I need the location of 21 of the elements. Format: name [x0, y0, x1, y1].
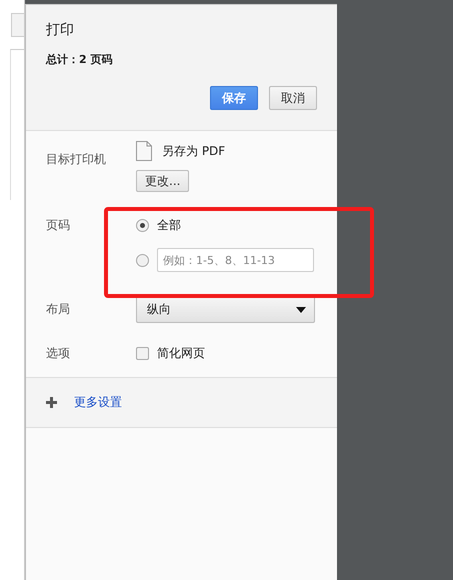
change-button[interactable]: 更改...	[136, 170, 190, 192]
page-range-field[interactable]: 例如：1-5、8、11-13	[157, 248, 314, 272]
option-label: 全部	[157, 217, 181, 234]
layout-dropdown[interactable]: 纵向	[136, 296, 315, 323]
field-label: 选项	[46, 345, 71, 362]
field-label: 目标打印机	[46, 151, 107, 168]
plus-icon	[46, 397, 57, 408]
radio-button[interactable]	[136, 219, 149, 232]
document-icon	[136, 141, 152, 161]
field-label: 页码	[46, 217, 71, 234]
dialog-title: 打印	[46, 21, 75, 39]
more-settings-link[interactable]: 更多设置	[74, 394, 122, 411]
field-label: 布局	[46, 301, 71, 318]
toolbar-button[interactable]	[11, 13, 24, 37]
checkbox[interactable]	[136, 347, 149, 360]
printer-name: 另存为 PDF	[162, 142, 226, 160]
radio-button[interactable]	[136, 254, 149, 266]
cancel-button[interactable]: 取消	[269, 86, 317, 110]
checkbox-label: 简化网页	[157, 345, 205, 362]
caret-icon	[296, 306, 306, 312]
page-count: 总计：2 页码	[46, 52, 114, 67]
